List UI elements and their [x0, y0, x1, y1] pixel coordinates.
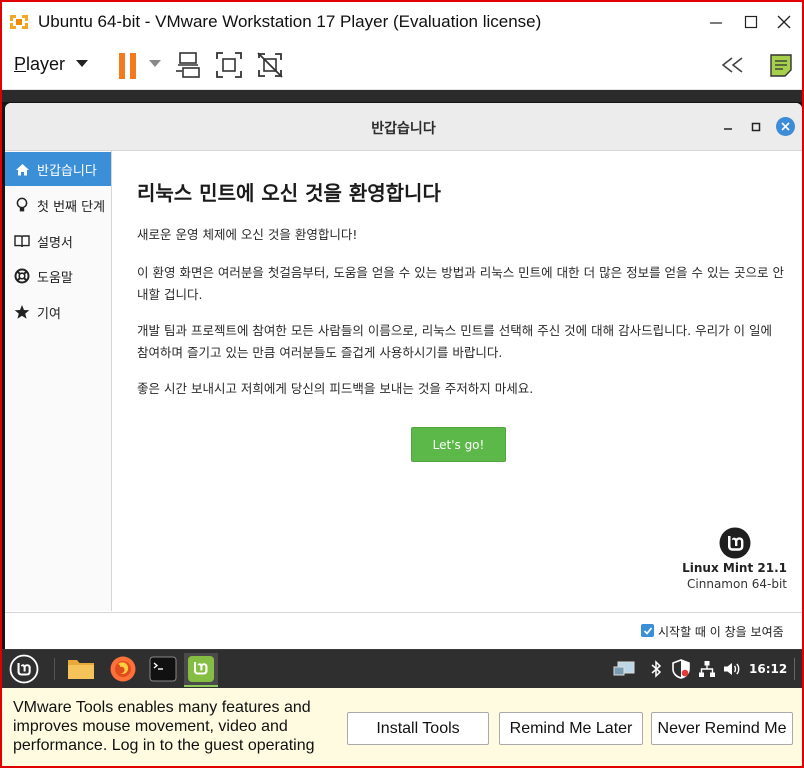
guest-desktop-edge: [2, 90, 802, 102]
lets-go-button[interactable]: Let's go!: [411, 427, 506, 462]
show-desktop-edge[interactable]: [794, 658, 795, 680]
welcome-paragraph: 이 환영 화면은 여러분을 첫걸음부터, 도움을 얻을 수 있는 방법과 리눅스…: [137, 265, 784, 302]
sidebar-item-welcome[interactable]: 반갑습니다: [5, 152, 111, 186]
maximize-icon[interactable]: [746, 117, 766, 137]
terminal-icon[interactable]: [147, 653, 179, 685]
player-menu-chevron-icon[interactable]: [76, 60, 88, 67]
sidebar-item-first-steps[interactable]: 첫 번째 단계: [5, 188, 111, 222]
player-menu-label: layer: [26, 54, 66, 74]
lightbulb-icon: [13, 196, 31, 214]
home-icon: [13, 160, 31, 178]
welcome-paragraph: 좋은 시간 보내시고 저희에게 당신의 피드백을 보내는 것을 주저하지 마세요…: [137, 381, 534, 396]
lifebuoy-icon: [13, 267, 31, 285]
window-title: Ubuntu 64-bit - VMware Workstation 17 Pl…: [38, 12, 542, 31]
panel-clock[interactable]: 16:12: [749, 662, 787, 676]
sidebar-item-label: 반갑습니다: [37, 163, 97, 179]
player-toolbar: Player: [2, 42, 802, 90]
send-ctrl-alt-del-icon[interactable]: [174, 50, 204, 80]
page-title: 리눅스 민트에 오신 것을 환영합니다: [137, 181, 441, 205]
show-at-startup-label[interactable]: 시작할 때 이 창을 보여줌: [658, 623, 784, 640]
firefox-icon[interactable]: [106, 653, 140, 685]
version-name: Linux Mint 21.1: [682, 561, 787, 575]
vmware-logo-icon: [9, 12, 29, 32]
sidebar-item-label: 도움말: [37, 270, 73, 286]
welcome-sidebar: 반갑습니다 첫 번째 단계 설명서 도움말 기여: [5, 151, 112, 611]
welcome-content: 리눅스 민트에 오신 것을 환영합니다 새로운 운영 체제에 오신 것을 환영합…: [112, 151, 802, 611]
player-menu-accel: P: [14, 54, 27, 74]
welcome-footer: 시작할 때 이 창을 보여줌: [5, 612, 802, 649]
remind-later-button[interactable]: Remind Me Later: [499, 712, 643, 745]
linux-mint-logo-icon: [719, 527, 751, 559]
welcome-app-icon[interactable]: [184, 653, 218, 687]
sidebar-item-label: 첫 번째 단계: [37, 199, 106, 215]
volume-icon[interactable]: [721, 653, 743, 685]
cinnamon-panel: 16:12: [2, 649, 802, 688]
welcome-title: 반갑습니다: [371, 121, 436, 137]
bluetooth-icon[interactable]: [647, 653, 665, 685]
sidebar-item-help[interactable]: 도움말: [5, 259, 111, 293]
title-bar: Ubuntu 64-bit - VMware Workstation 17 Pl…: [2, 2, 802, 42]
sidebar-item-contribute[interactable]: 기여: [5, 295, 111, 329]
close-icon[interactable]: [770, 8, 798, 36]
pause-icon[interactable]: [116, 53, 140, 79]
display-icon[interactable]: [612, 653, 638, 685]
welcome-header-bar: 반갑습니다: [5, 103, 802, 151]
show-at-startup-checkbox[interactable]: [641, 624, 654, 637]
welcome-paragraph: 새로운 운영 체제에 오신 것을 환영합니다!: [137, 227, 358, 242]
tools-message: VMware Tools enables many features and i…: [13, 699, 315, 754]
guest-screen[interactable]: 반갑습니다 반갑습니다 첫 번째 단계 설명서 도움말 기여 리눅스 민트에 오…: [2, 90, 802, 688]
welcome-paragraph: 개발 팀과 프로젝트에 참여한 모든 사람들의 이름으로, 리눅스 민트를 선택…: [137, 323, 773, 360]
shield-icon[interactable]: [670, 653, 692, 685]
panel-separator: [54, 658, 55, 680]
never-remind-button[interactable]: Never Remind Me: [651, 712, 793, 745]
sidebar-item-documentation[interactable]: 설명서: [5, 224, 111, 258]
vmware-tools-bar: VMware Tools enables many features and i…: [2, 688, 802, 766]
message-log-icon[interactable]: [768, 52, 794, 78]
version-edition: Cinnamon 64-bit: [687, 577, 787, 591]
unity-icon[interactable]: [255, 50, 285, 80]
network-icon[interactable]: [696, 653, 718, 685]
welcome-window: 반갑습니다 반갑습니다 첫 번째 단계 설명서 도움말 기여 리눅스 민트에 오…: [5, 103, 802, 649]
maximize-icon[interactable]: [737, 8, 765, 36]
sidebar-item-label: 기여: [37, 306, 61, 322]
sidebar-item-label: 설명서: [37, 235, 73, 251]
close-icon[interactable]: [776, 117, 795, 136]
install-tools-button[interactable]: Install Tools: [347, 712, 489, 745]
files-icon[interactable]: [64, 653, 98, 685]
full-screen-icon[interactable]: [214, 50, 244, 80]
star-icon: [13, 303, 31, 321]
book-icon: [13, 232, 31, 250]
collapse-toolbar-icon[interactable]: [720, 56, 746, 74]
minimize-icon[interactable]: [702, 8, 730, 36]
mint-menu-icon[interactable]: [6, 653, 42, 685]
minimize-icon[interactable]: [718, 117, 738, 137]
vmware-player-window: Ubuntu 64-bit - VMware Workstation 17 Pl…: [0, 0, 804, 768]
pause-chevron-icon[interactable]: [149, 60, 161, 67]
player-menu[interactable]: Player: [14, 54, 65, 75]
